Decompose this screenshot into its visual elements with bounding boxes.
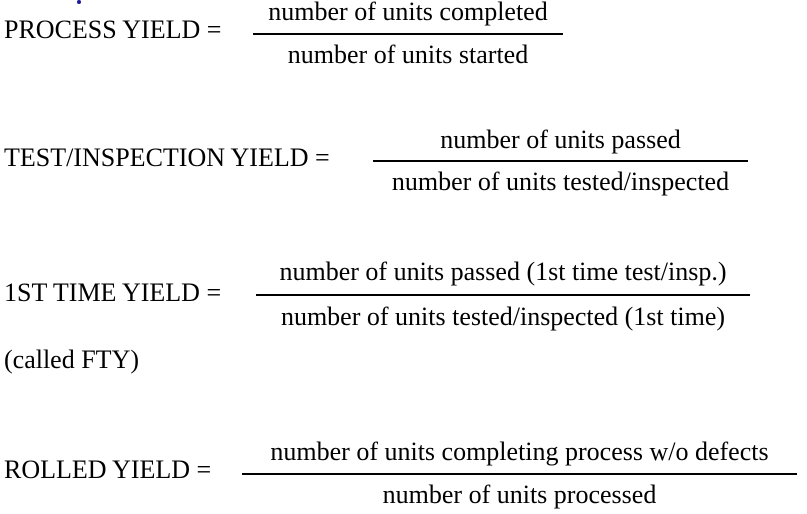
- numerator: number of units completing process w/o d…: [270, 437, 769, 466]
- fraction-bar: [256, 294, 750, 296]
- first-time-yield-label: 1ST TIME YIELD =: [4, 278, 222, 307]
- fraction-bar: [253, 33, 563, 35]
- process-yield-fraction: number of units completed number of unit…: [253, 0, 563, 70]
- numerator: number of units completed: [268, 0, 548, 26]
- rolled-yield-fraction: number of units completing process w/o d…: [242, 437, 797, 512]
- decorative-dot: [77, 0, 81, 4]
- denominator: number of units started: [287, 40, 529, 69]
- denominator: number of units processed: [382, 480, 657, 509]
- process-yield-label: PROCESS YIELD =: [4, 15, 222, 44]
- first-time-yield-fraction: number of units passed (1st time test/in…: [256, 257, 750, 332]
- fraction-bar: [242, 473, 797, 475]
- denominator: number of units tested/inspected: [391, 167, 730, 196]
- denominator: number of units tested/inspected (1st ti…: [280, 302, 726, 331]
- numerator: number of units passed (1st time test/in…: [279, 257, 727, 286]
- test-inspection-yield-fraction: number of units passed number of units t…: [373, 125, 748, 196]
- numerator: number of units passed: [440, 125, 681, 154]
- fraction-bar: [373, 160, 748, 162]
- test-inspection-yield-label: TEST/INSPECTION YIELD =: [4, 143, 330, 172]
- rolled-yield-label: ROLLED YIELD =: [4, 455, 212, 484]
- called-fty-note: (called FTY): [4, 345, 140, 374]
